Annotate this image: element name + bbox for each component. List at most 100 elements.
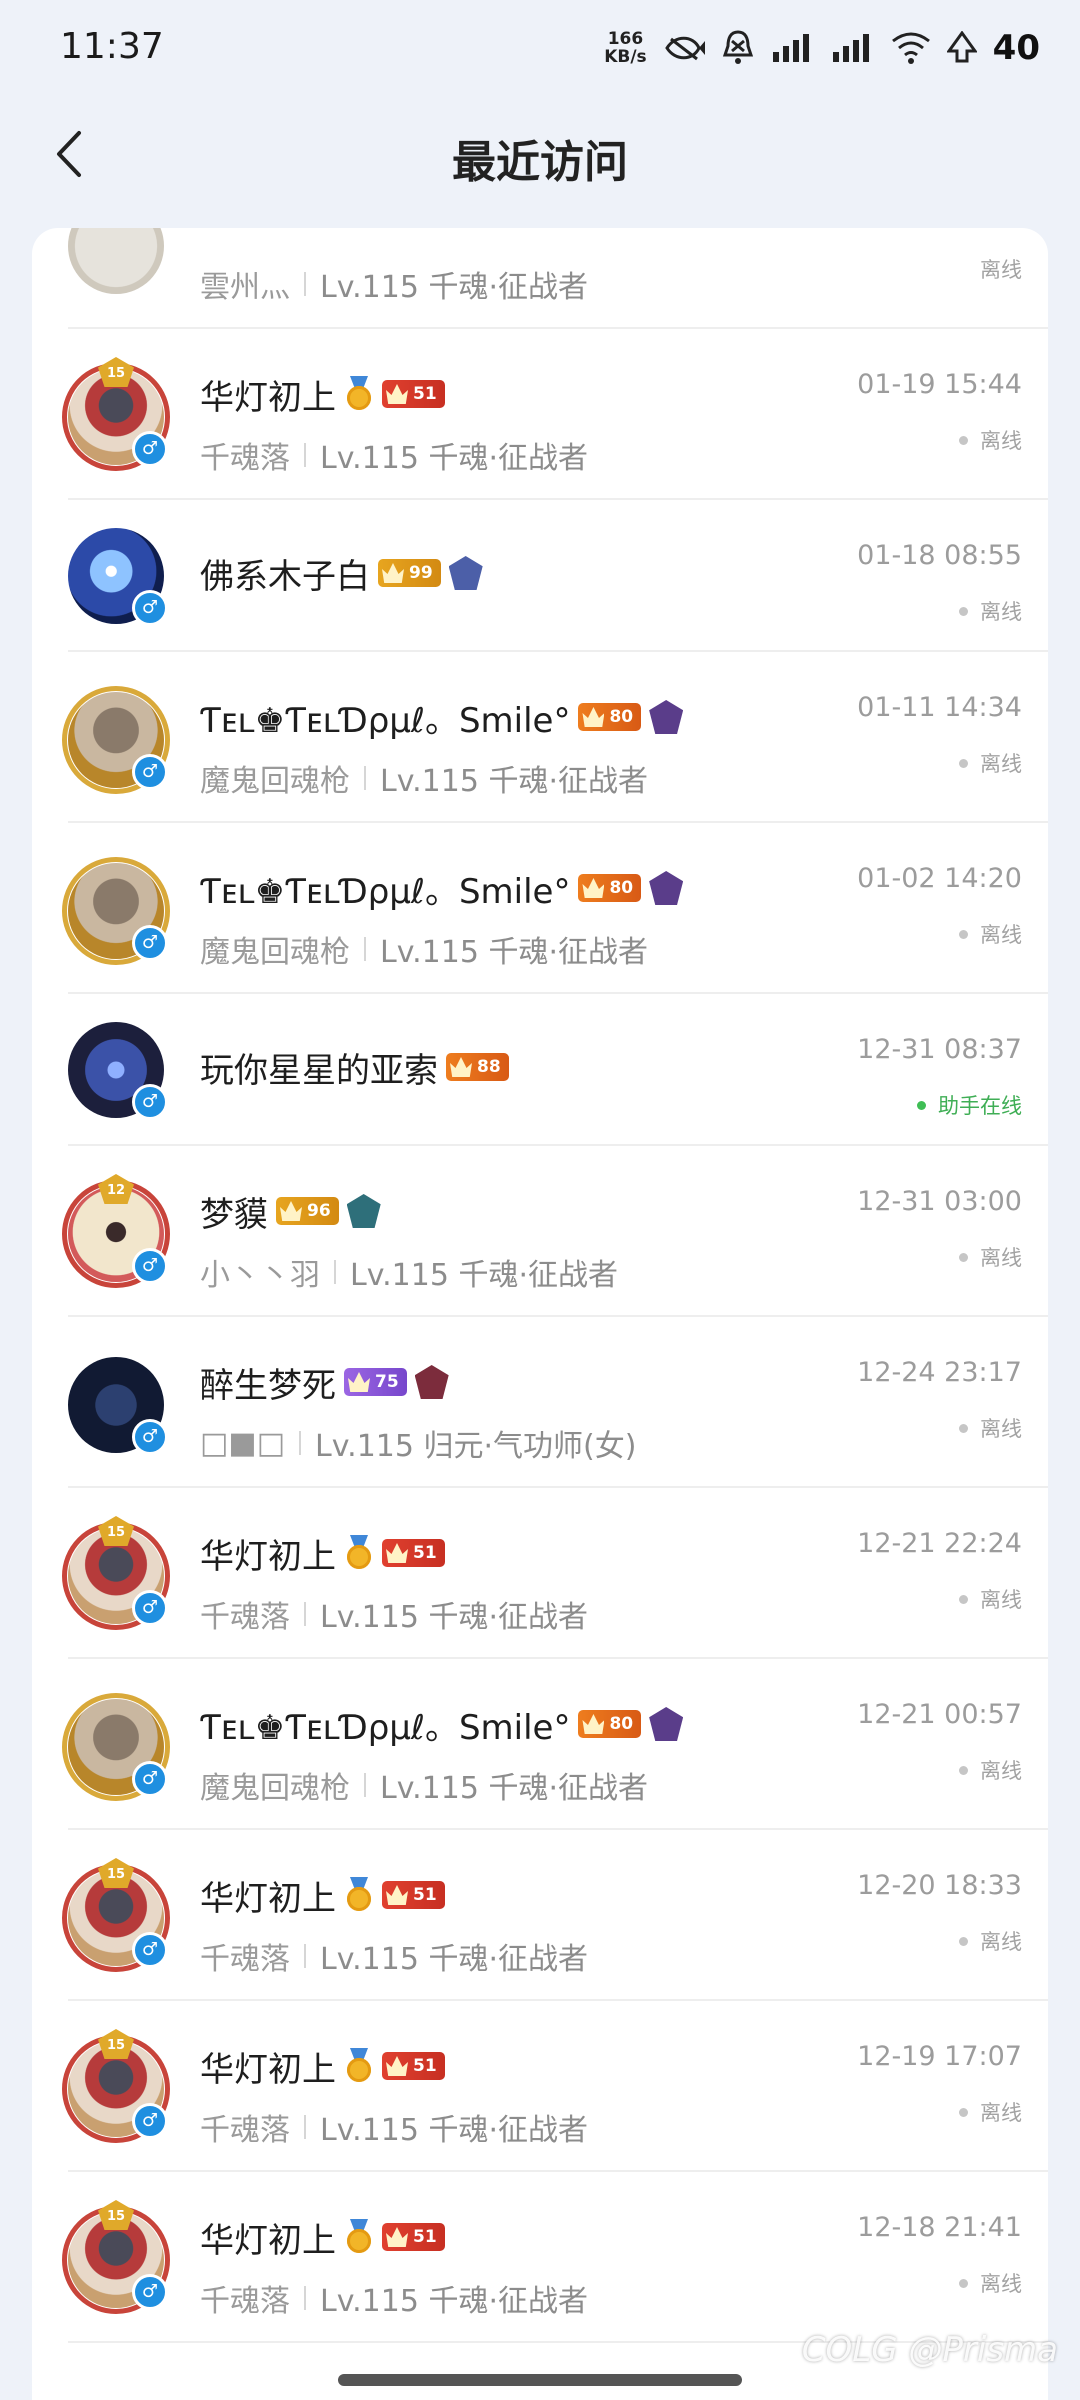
visitor-server: 千魂落 — [200, 1600, 290, 1635]
gender-male-icon: ♂ — [132, 1248, 168, 1284]
gender-male-icon: ♂ — [132, 1084, 168, 1120]
network-speed: 166 KB/s — [604, 29, 647, 67]
visitor-status: 离线 — [959, 596, 1022, 626]
avatar[interactable] — [68, 228, 164, 294]
gender-male-icon: ♂ — [132, 925, 168, 961]
rank-emblem-icon — [346, 1194, 381, 1228]
vip-badge: 80 — [578, 874, 642, 902]
avatar[interactable]: ♂ — [68, 528, 168, 626]
visitor-status: 离线 — [959, 748, 1022, 778]
visitor-server: 千魂落 — [200, 1942, 290, 1977]
visitor-level: Lv.115 归元·气功师(女) — [315, 1429, 637, 1464]
avatar-level-tag: 15 — [98, 1516, 134, 1546]
fish-icon — [663, 31, 705, 65]
visitor-status: 离线 — [959, 1584, 1022, 1614]
avatar[interactable]: 15 ♂ — [62, 1858, 170, 1972]
avatar[interactable]: 12 ♂ — [62, 1174, 170, 1288]
visit-time: 01-02 14:20 — [857, 863, 1022, 894]
visitor-info: 魔鬼回魂枪 Lv.115 千魂·征战者 — [200, 756, 648, 800]
visitor-row[interactable]: ♂ 玩你星星的亚索 88 12-31 08:37 助手在线 — [32, 994, 1048, 1146]
medal-icon — [344, 376, 374, 412]
vip-crown-icon — [582, 1714, 605, 1734]
visitor-name: 华灯初上 — [200, 377, 336, 418]
avatar[interactable]: 15 ♂ — [62, 1516, 170, 1630]
vip-crown-icon — [386, 1885, 408, 1905]
avatar[interactable]: ♂ — [62, 1693, 170, 1801]
visitor-row[interactable]: ♂ 佛系木子白 99 01-18 08:55 离线 — [32, 500, 1048, 652]
visitor-row[interactable]: ♂ Ƭᴇʟ♚ƬᴇʟƊρμℓ。Smile° 80 魔鬼回魂枪 Lv.115 千魂·… — [32, 652, 1048, 823]
visitor-name-line: 华灯初上 51 — [200, 2041, 445, 2091]
avatar[interactable]: 15 ♂ — [62, 2029, 170, 2143]
visitor-server: 魔鬼回魂枪 — [200, 1771, 350, 1806]
gender-male-icon: ♂ — [132, 2103, 168, 2139]
visitor-server: 千魂落 — [200, 2284, 290, 2319]
status-icons: 166 KB/s 40 — [604, 20, 1040, 76]
visitor-status: 助手在线 — [917, 1090, 1022, 1120]
visit-time: 01-19 15:44 — [857, 369, 1022, 400]
visitor-server: 小丶丶羽 — [200, 1258, 320, 1293]
avatar[interactable]: ♂ — [62, 686, 170, 794]
avatar[interactable]: 15 ♂ — [62, 2200, 170, 2314]
visitor-info: 千魂落 Lv.115 千魂·征战者 — [200, 2105, 588, 2149]
vip-crown-icon — [582, 878, 605, 898]
visit-time: 12-31 08:37 — [857, 1034, 1022, 1065]
gender-male-icon: ♂ — [132, 1932, 168, 1968]
visitor-name-line: 玩你星星的亚索 88 — [200, 1042, 509, 1092]
visitor-name: 佛系木子白 — [200, 556, 370, 597]
visitor-status: 离线 — [959, 1413, 1022, 1443]
visitor-name-line: 华灯初上 51 — [200, 369, 445, 419]
visitor-level: Lv.115 千魂·征战者 — [320, 2113, 589, 2148]
avatar[interactable]: ♂ — [68, 1357, 168, 1455]
home-indicator[interactable] — [338, 2374, 742, 2386]
avatar[interactable]: 15 ♂ — [62, 357, 170, 471]
visitor-level: Lv.115 千魂·征战者 — [380, 935, 649, 970]
visitor-row[interactable]: 15 ♂ 华灯初上 51 千魂落 Lv.115 千魂·征战者 12-19 17:… — [32, 2001, 1048, 2172]
visitor-name: 华灯初上 — [200, 2049, 336, 2090]
vip-badge: 80 — [578, 703, 642, 731]
rank-emblem-icon — [649, 871, 684, 905]
visitor-name: 梦貘 — [200, 1194, 268, 1235]
visitor-info: 魔鬼回魂枪 Lv.115 千魂·征战者 — [200, 1763, 648, 1807]
vip-badge: 51 — [382, 1881, 445, 1909]
visitor-name: 玩你星星的亚索 — [200, 1050, 438, 1091]
visitor-name: 醉生梦死 — [200, 1365, 336, 1406]
visitor-server: 雲州灬 — [200, 270, 290, 305]
vip-crown-icon — [386, 1543, 408, 1563]
visitor-name-line: Ƭᴇʟ♚ƬᴇʟƊρμℓ。Smile° 80 — [200, 692, 684, 742]
visitor-row[interactable]: 15 ♂ 华灯初上 51 千魂落 Lv.115 千魂·征战者 12-20 18:… — [32, 1830, 1048, 2001]
visitor-row[interactable]: 12 ♂ 梦貘 96 小丶丶羽 Lv.115 千魂·征战者 12-31 03:0… — [32, 1146, 1048, 1317]
gender-male-icon: ♂ — [132, 1419, 168, 1455]
visitor-level: Lv.115 千魂·征战者 — [350, 1258, 619, 1293]
avatar-level-tag: 15 — [98, 357, 134, 387]
vip-badge: 96 — [276, 1197, 339, 1225]
visitor-row[interactable]: 15 ♂ 华灯初上 51 千魂落 Lv.115 千魂·征战者 12-21 22:… — [32, 1488, 1048, 1659]
gender-male-icon: ♂ — [132, 2274, 168, 2310]
vip-badge: 75 — [344, 1368, 407, 1396]
visitor-info: 魔鬼回魂枪 Lv.115 千魂·征战者 — [200, 927, 648, 971]
gender-male-icon: ♂ — [132, 754, 168, 790]
visitor-status: 离线 — [980, 258, 1022, 282]
visit-time: 12-18 21:41 — [857, 2212, 1022, 2243]
visitor-row[interactable]: 15 ♂ 华灯初上 51 千魂落 Lv.115 千魂·征战者 12-18 21:… — [32, 2172, 1048, 2343]
visitor-info: 千魂落 Lv.115 千魂·征战者 — [200, 2276, 588, 2320]
visitor-name-line: 梦貘 96 — [200, 1186, 381, 1236]
visit-time: 12-24 23:17 — [857, 1357, 1022, 1388]
medal-icon — [344, 1877, 374, 1913]
visit-time: 01-11 14:34 — [857, 692, 1022, 723]
visitor-row[interactable]: ♂ 醉生梦死 75 □■□ Lv.115 归元·气功师(女) 12-24 23:… — [32, 1317, 1048, 1488]
visitor-row[interactable]: 15 ♂ 华灯初上 51 千魂落 Lv.115 千魂·征战者 01-19 15:… — [32, 329, 1048, 500]
rank-emblem-icon — [649, 1707, 684, 1741]
visitor-row[interactable]: 雲州灬 Lv.115 千魂·征战者 离线 — [32, 228, 1048, 329]
visitor-server: 魔鬼回魂枪 — [200, 764, 350, 799]
visitor-name: 华灯初上 — [200, 1878, 336, 1919]
avatar[interactable]: ♂ — [62, 857, 170, 965]
visitor-name-line: 醉生梦死 75 — [200, 1357, 449, 1407]
visitor-row[interactable]: ♂ Ƭᴇʟ♚ƬᴇʟƊρμℓ。Smile° 80 魔鬼回魂枪 Lv.115 千魂·… — [32, 823, 1048, 994]
vip-badge: 51 — [382, 1539, 445, 1567]
wifi-icon — [891, 31, 931, 65]
visitor-name: Ƭᴇʟ♚ƬᴇʟƊρμℓ。Smile° — [200, 700, 571, 741]
visitor-row[interactable]: ♂ Ƭᴇʟ♚ƬᴇʟƊρμℓ。Smile° 80 魔鬼回魂枪 Lv.115 千魂·… — [32, 1659, 1048, 1830]
avatar[interactable]: ♂ — [68, 1022, 168, 1120]
vip-crown-icon — [386, 2227, 408, 2247]
vip-crown-icon — [348, 1372, 370, 1392]
